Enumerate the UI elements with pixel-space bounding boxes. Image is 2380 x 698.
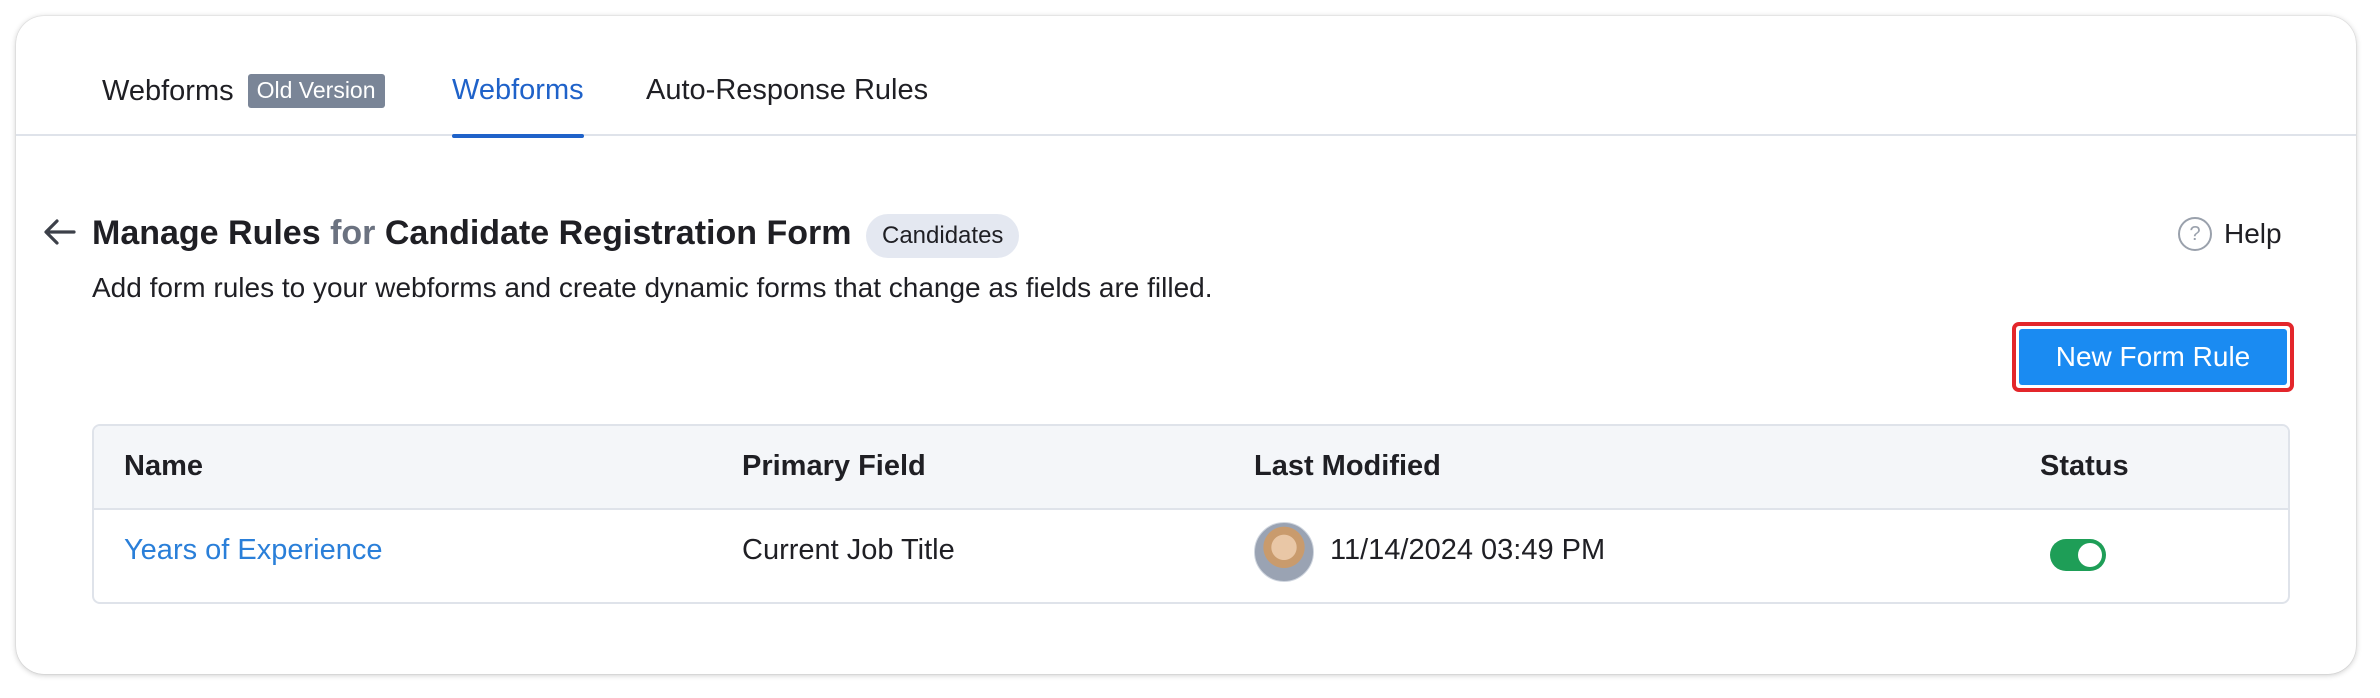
page-subtitle: Add form rules to your webforms and crea…	[92, 272, 1213, 303]
tab-webforms-old-version[interactable]: Webforms Old Version	[102, 74, 385, 136]
last-modified-cell: 11/14/2024 03:49 PM	[1330, 534, 1606, 566]
webforms-card: Webforms Old Version Webforms Auto-Respon…	[16, 16, 2356, 674]
status-toggle[interactable]	[2050, 539, 2106, 571]
toggle-knob	[2078, 543, 2102, 567]
rule-name-link[interactable]: Years of Experience	[124, 534, 382, 567]
new-form-rule-button[interactable]: New Form Rule	[2019, 329, 2287, 385]
help-icon: ?	[2178, 217, 2212, 251]
page-title: Manage Rules for Candidate Registration …	[92, 214, 851, 253]
help-link[interactable]: ? Help	[2178, 214, 2282, 254]
column-header-primary-field: Primary Field	[742, 450, 926, 482]
title-manage-rules: Manage Rules	[92, 214, 321, 252]
table-row: Years of Experience Current Job Title 11…	[94, 510, 2288, 602]
title-form-name: Candidate Registration Form	[384, 214, 852, 252]
tab-bar: Webforms Old Version Webforms Auto-Respon…	[16, 16, 2356, 138]
tab-auto-response-rules[interactable]: Auto-Response Rules	[646, 74, 928, 136]
primary-field-cell: Current Job Title	[742, 534, 955, 566]
tab-label: Auto-Response Rules	[646, 74, 929, 106]
form-rules-table: Name Primary Field Last Modified Status …	[92, 424, 2290, 604]
tab-webforms[interactable]: Webforms	[452, 74, 584, 138]
column-header-status: Status	[2040, 450, 2129, 482]
old-version-badge: Old Version	[247, 74, 385, 108]
table-header: Name Primary Field Last Modified Status	[94, 426, 2288, 510]
back-arrow-icon[interactable]	[40, 212, 80, 252]
column-header-name: Name	[124, 450, 203, 482]
help-label: Help	[2224, 218, 2282, 249]
tab-label: Webforms	[452, 74, 584, 106]
title-for: for	[330, 214, 376, 252]
column-header-last-modified: Last Modified	[1254, 450, 1441, 482]
new-form-rule-highlight: New Form Rule	[2012, 322, 2294, 392]
module-badge: Candidates	[866, 214, 1020, 258]
avatar	[1254, 522, 1314, 582]
tab-label: Webforms	[102, 75, 234, 107]
